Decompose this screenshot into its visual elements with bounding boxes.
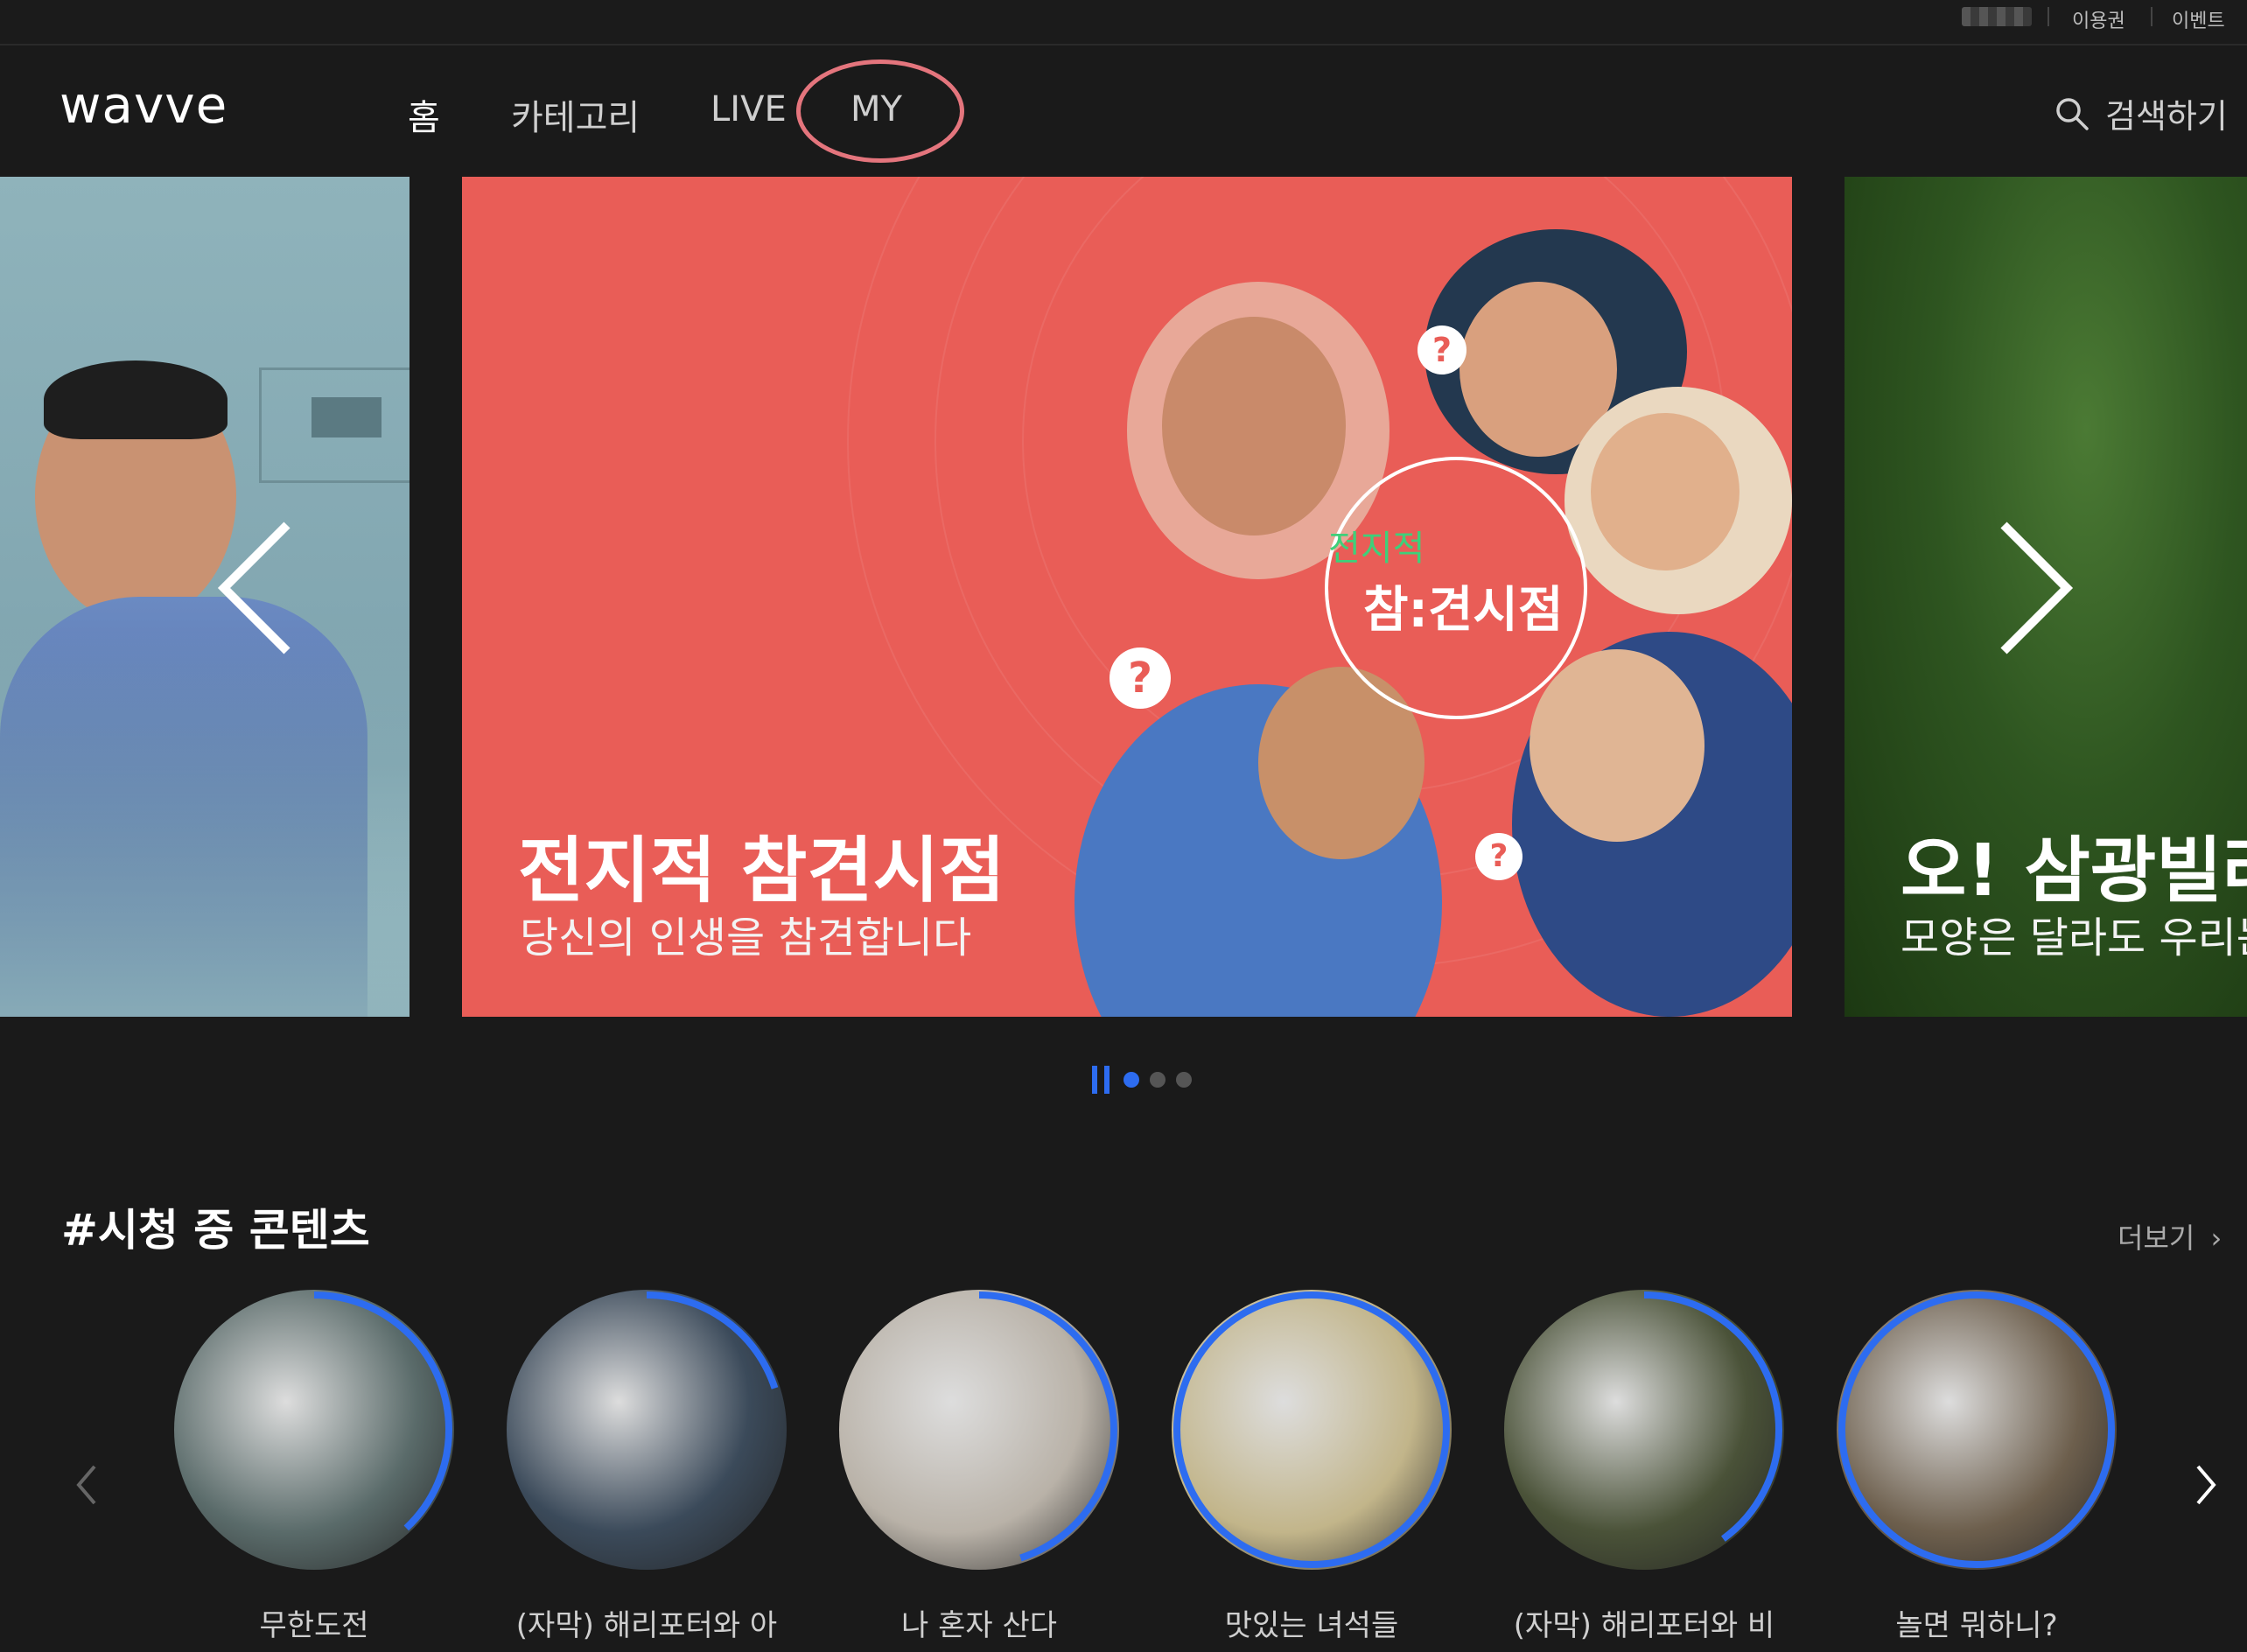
progress-arc <box>1173 1292 1450 1568</box>
pagination-dot[interactable] <box>1150 1072 1166 1088</box>
event-link[interactable]: 이벤트 <box>2172 5 2225 33</box>
content-thumbnail <box>839 1290 1119 1570</box>
content-item[interactable]: 나 혼자 산다 <box>835 1290 1124 1644</box>
question-bubble-icon: ? <box>1475 833 1522 880</box>
divider <box>2151 7 2152 26</box>
nav-home[interactable]: 홈 <box>408 89 440 140</box>
content-item[interactable]: (자막) 해리포터와 아 <box>502 1290 791 1644</box>
content-title: 맛있는 녀석들 <box>1224 1608 1399 1643</box>
more-link[interactable]: 더보기 › <box>2118 1216 2222 1256</box>
nav-live[interactable]: LIVE <box>710 89 787 130</box>
chevron-right-icon: › <box>2210 1222 2222 1255</box>
cast-member-4-face <box>1530 649 1704 842</box>
watch-progress-ring <box>508 1292 785 1568</box>
watch-progress-ring <box>1173 1292 1450 1568</box>
question-bubble-icon: ? <box>1110 648 1171 709</box>
more-label: 더보기 <box>2118 1222 2195 1255</box>
show-logo-top: 전지적 <box>1328 528 1425 569</box>
pagination-dot[interactable] <box>1176 1072 1192 1088</box>
content-item[interactable]: (자막) 해리포터와 비 <box>1500 1290 1788 1644</box>
watch-progress-ring <box>841 1292 1117 1568</box>
content-title: 무한도전 <box>259 1608 369 1643</box>
content-thumbnail <box>1504 1290 1784 1570</box>
highlight-circle-annotation <box>796 60 964 163</box>
content-title: 놀면 뭐하니? <box>1895 1608 2058 1643</box>
pagination-dot[interactable] <box>1124 1072 1139 1088</box>
watch-progress-ring <box>176 1292 452 1568</box>
watch-progress-ring <box>1506 1292 1782 1568</box>
banner-subtitle: 당신의 인생을 참견합니다 <box>520 914 972 962</box>
search-button[interactable]: 검색하기 <box>2054 89 2228 137</box>
carousel-next-arrow-icon[interactable] <box>1993 518 2081 658</box>
content-thumbnail <box>1172 1290 1452 1570</box>
tv-screen <box>312 397 382 438</box>
carousel-prev-arrow-icon[interactable] <box>210 518 298 658</box>
wavve-logo[interactable]: wavve <box>60 75 228 135</box>
utility-bar: 이용권 이벤트 <box>0 0 2247 46</box>
content-item[interactable]: 무한도전 <box>170 1290 458 1644</box>
search-icon <box>2056 97 2089 130</box>
banner-main[interactable]: 전지적 참:견시점 ? ? ? 전지적 참견시점 당신의 인생을 참견합니다 <box>462 177 1792 1017</box>
ticket-link[interactable]: 이용권 <box>2072 5 2125 33</box>
cast-member-3-face <box>1591 413 1740 570</box>
cast-member-1-face <box>1162 317 1346 536</box>
search-label: 검색하기 <box>2105 97 2228 136</box>
header: wavve 홈 카테고리 LIVE MY 검색하기 <box>0 46 2247 177</box>
content-thumbnail <box>174 1290 454 1570</box>
content-thumbnail <box>507 1290 787 1570</box>
content-title: (자막) 해리포터와 아 <box>515 1608 778 1643</box>
content-thumbnail <box>1837 1290 2117 1570</box>
section-title: #시청 중 콘텐츠 <box>61 1205 370 1256</box>
divider <box>2048 7 2049 26</box>
show-logo-main: 참:견시점 <box>1363 582 1564 639</box>
row-prev-arrow-icon[interactable] <box>74 1463 100 1507</box>
content-title: 나 혼자 산다 <box>900 1608 1057 1643</box>
nav-category[interactable]: 카테고리 <box>511 89 640 140</box>
banner-subtitle: 모양은 달라도 우리는 <box>1900 914 2247 962</box>
fade-overlay <box>0 632 410 1017</box>
row-next-arrow-icon[interactable] <box>2193 1463 2219 1507</box>
watch-progress-ring <box>1838 1292 2115 1568</box>
content-title: (자막) 해리포터와 비 <box>1513 1608 1775 1643</box>
banner-title: 오! 삼광빌라 <box>1900 830 2247 913</box>
carousel-pagination <box>1092 1066 1192 1094</box>
progress-arc <box>1838 1292 2115 1568</box>
pause-icon[interactable] <box>1092 1066 1113 1094</box>
banner-prev[interactable] <box>0 177 410 1017</box>
question-bubble-icon: ? <box>1418 326 1466 374</box>
content-item[interactable]: 놀면 뭐하니? <box>1832 1290 2121 1644</box>
user-name-blurred <box>1962 7 2032 26</box>
person-hair <box>44 360 228 439</box>
content-item[interactable]: 맛있는 녀석들 <box>1167 1290 1456 1644</box>
banner-title: 전지적 참견시점 <box>518 830 1005 913</box>
